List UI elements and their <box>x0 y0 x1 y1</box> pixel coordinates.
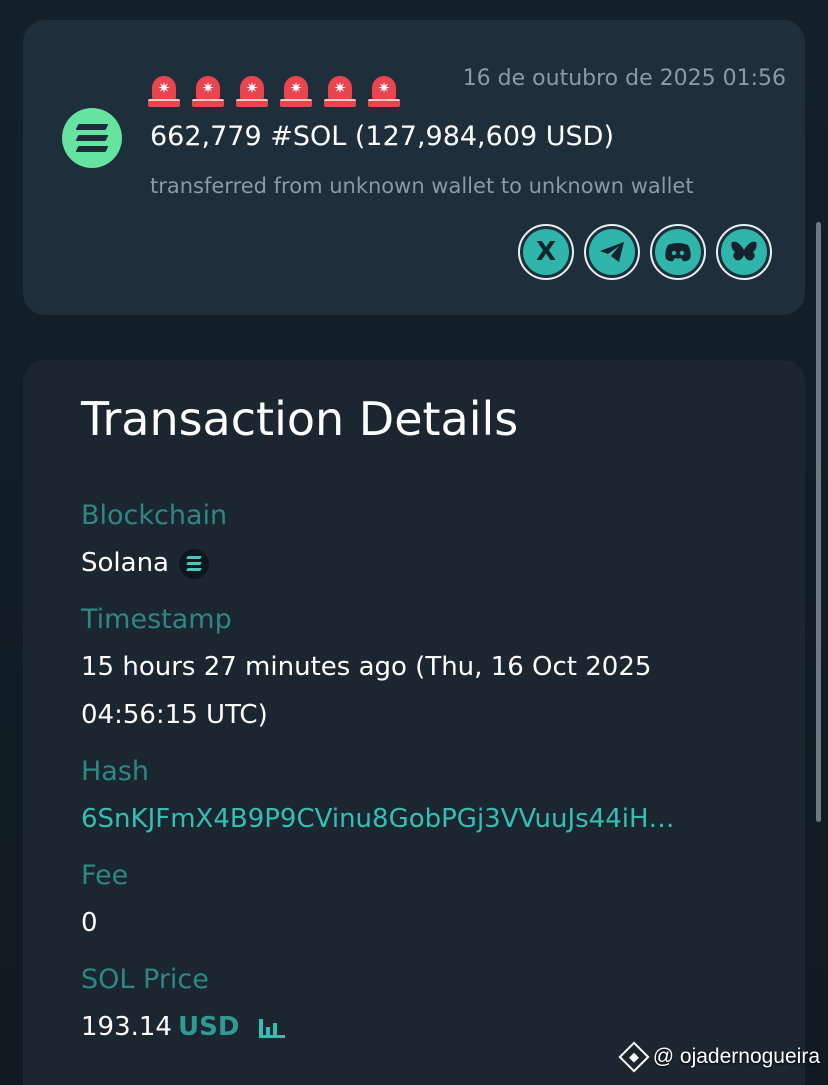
scrollbar[interactable] <box>816 222 821 822</box>
timestamp-label: Timestamp <box>81 604 232 635</box>
siren-icon: ✷ <box>324 76 356 108</box>
chart-icon[interactable] <box>259 1018 286 1038</box>
blockchain-label: Blockchain <box>81 500 228 531</box>
telegram-share-button[interactable] <box>584 224 640 280</box>
fee-label: Fee <box>81 860 129 891</box>
alert-date: 16 de outubro de 2025 01:56 <box>462 66 786 91</box>
transaction-details-card: Transaction Details Blockchain Solana Ti… <box>23 360 805 1085</box>
price-unit: USD <box>177 1012 240 1042</box>
bluesky-icon <box>721 229 767 275</box>
discord-share-button[interactable] <box>650 224 706 280</box>
fee-value: 0 <box>81 908 98 938</box>
sol-price-value: 193.14 USD <box>81 1012 286 1042</box>
hash-label: Hash <box>81 756 150 787</box>
alert-transfer-description: transferred from unknown wallet to unkno… <box>150 174 694 198</box>
price-amount: 193.14 <box>81 1012 172 1042</box>
solana-icon <box>178 548 209 579</box>
siren-icon: ✷ <box>192 76 224 108</box>
watermark: @ ojadernogueira <box>618 1041 820 1073</box>
bluesky-share-button[interactable] <box>716 224 772 280</box>
blockchain-value: Solana <box>81 548 209 579</box>
timestamp-value-line-2: 04:56:15 UTC) <box>81 700 268 730</box>
social-share-buttons: X <box>518 224 772 280</box>
binance-icon <box>618 1041 650 1073</box>
siren-icon: ✷ <box>236 76 268 108</box>
timestamp-value-line-1: 15 hours 27 minutes ago (Thu, 16 Oct 202… <box>81 652 652 682</box>
hash-link[interactable]: 6SnKJFmX4B9P9CVinu8GobPGj3VVuuJs44iH… <box>81 804 675 834</box>
alert-amount: 662,779 #SOL (127,984,609 USD) <box>150 121 614 152</box>
solana-icon <box>62 108 122 168</box>
siren-icon: ✷ <box>368 76 400 108</box>
alarm-icons-row: ✷ ✷ ✷ ✷ ✷ ✷ <box>148 76 400 108</box>
details-title: Transaction Details <box>81 392 519 446</box>
sol-price-label: SOL Price <box>81 964 209 995</box>
blockchain-name: Solana <box>81 548 169 578</box>
watermark-handle: @ ojadernogueira <box>652 1045 820 1068</box>
siren-icon: ✷ <box>148 76 180 108</box>
x-share-button[interactable]: X <box>518 224 574 280</box>
siren-icon: ✷ <box>280 76 312 108</box>
telegram-icon <box>589 229 635 275</box>
x-icon: X <box>523 229 569 275</box>
discord-icon <box>655 229 701 275</box>
